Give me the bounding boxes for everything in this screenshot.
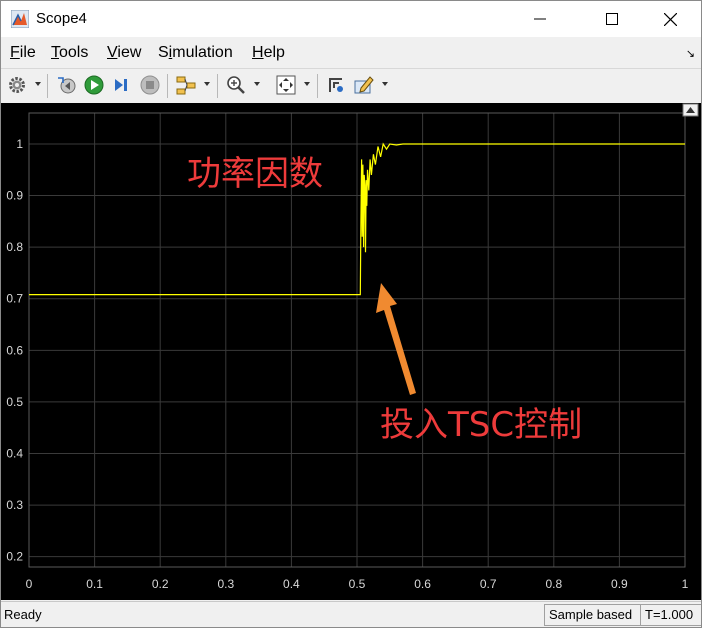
menu-file-mnemonic: F: [10, 44, 20, 61]
stop-icon[interactable]: [139, 74, 161, 96]
run-icon[interactable]: [83, 74, 105, 96]
x-tick-label: 1: [682, 577, 689, 591]
zoom-in-icon[interactable]: [225, 74, 247, 96]
step-back-icon[interactable]: [55, 74, 77, 96]
menu-view-rest: iew: [117, 44, 142, 61]
menu-tools-rest: ools: [59, 44, 89, 61]
x-tick-label: 0.7: [480, 577, 497, 591]
x-tick-label: 0.6: [414, 577, 431, 591]
toolbar-separator: [47, 74, 48, 98]
edit-settings-dropdown-icon[interactable]: [382, 82, 388, 86]
x-tick-label: 0.8: [545, 577, 562, 591]
menu-simulation-rest: mulation: [172, 44, 233, 61]
menu-help-mnemonic: H: [252, 44, 264, 61]
menu-view[interactable]: View: [107, 44, 141, 62]
x-tick-label: 0.1: [86, 577, 103, 591]
maximize-button[interactable]: [589, 1, 635, 37]
edit-settings-icon[interactable]: [353, 74, 375, 96]
y-tick-label: 0.4: [6, 447, 23, 461]
time-indicator: T=1.000: [640, 604, 701, 626]
y-tick-label: 0.2: [6, 550, 23, 564]
fit-view-dropdown-icon[interactable]: [304, 82, 310, 86]
step-forward-icon[interactable]: [111, 74, 133, 96]
minimize-icon: [534, 18, 546, 20]
y-tick-label: 0.7: [6, 292, 23, 306]
gear-dropdown-icon[interactable]: [35, 82, 41, 86]
menu-simulation[interactable]: Simulation: [158, 44, 233, 62]
gear-icon[interactable]: [6, 74, 28, 96]
plot-area[interactable]: 0 0.1 0.2 0.3 0.4 0.5 0.6 0.7 0.8 0.9 1 0.2 0.3 0.4 0…: [1, 103, 701, 600]
menu-tools[interactable]: Tools: [51, 44, 88, 62]
y-tick-label: 0.6: [6, 343, 23, 357]
menu-file[interactable]: File: [10, 44, 36, 62]
dock-arrow-icon[interactable]: ↘: [686, 47, 695, 60]
annotation-tsc-control: 投入TSC控制: [380, 405, 582, 445]
close-icon: [663, 12, 677, 26]
toolbar: [1, 68, 701, 104]
x-tick-label: 0.9: [611, 577, 628, 591]
fit-view-icon[interactable]: [275, 74, 297, 96]
y-tick-label: 1: [16, 137, 23, 151]
signal-selector-dropdown-icon[interactable]: [204, 82, 210, 86]
maximize-icon: [606, 13, 618, 25]
toolbar-separator: [217, 74, 218, 98]
x-tick-label: 0.2: [152, 577, 169, 591]
x-tick-label: 0.3: [217, 577, 234, 591]
annotation-power-factor: 功率因数: [187, 154, 323, 194]
x-tick-label: 0.5: [349, 577, 366, 591]
y-tick-label: 0.5: [6, 395, 23, 409]
menu-view-mnemonic: V: [107, 44, 118, 61]
x-tick-label: 0: [26, 577, 33, 591]
undock-plot-icon[interactable]: [682, 103, 699, 117]
window-title: Scope4: [36, 10, 87, 27]
scope-window: Scope4 File Tools View Simulation Help ↘: [0, 0, 702, 628]
menu-help-rest: elp: [263, 44, 285, 61]
zoom-dropdown-icon[interactable]: [254, 82, 260, 86]
menu-bar: File Tools View Simulation Help ↘: [1, 39, 701, 67]
signal-selector-icon[interactable]: [175, 74, 197, 96]
y-tick-label: 0.9: [6, 189, 23, 203]
sample-mode-indicator: Sample based: [544, 604, 641, 626]
y-tick-label: 0.8: [6, 240, 23, 254]
status-ready: Ready: [4, 607, 42, 622]
x-tick-label: 0.4: [283, 577, 300, 591]
minimize-button[interactable]: [517, 1, 563, 37]
scope-plot[interactable]: 0 0.1 0.2 0.3 0.4 0.5 0.6 0.7 0.8 0.9 1 0.2 0.3 0.4 0…: [1, 103, 701, 600]
menu-simulation-prefix: S: [158, 44, 169, 61]
status-bar: Ready Sample based T=1.000: [1, 601, 701, 627]
menu-tools-mnemonic: T: [51, 44, 59, 61]
y-tick-label: 0.3: [6, 498, 23, 512]
annotation-arrow-icon: [376, 283, 416, 395]
menu-file-rest: ile: [19, 44, 36, 61]
toolbar-separator: [317, 74, 318, 98]
close-button[interactable]: [647, 1, 693, 37]
cursor-measure-icon[interactable]: [325, 74, 347, 96]
title-bar[interactable]: Scope4: [1, 1, 701, 37]
menu-help[interactable]: Help: [252, 44, 285, 62]
toolbar-separator: [167, 74, 168, 98]
scope-app-icon: [11, 10, 29, 28]
